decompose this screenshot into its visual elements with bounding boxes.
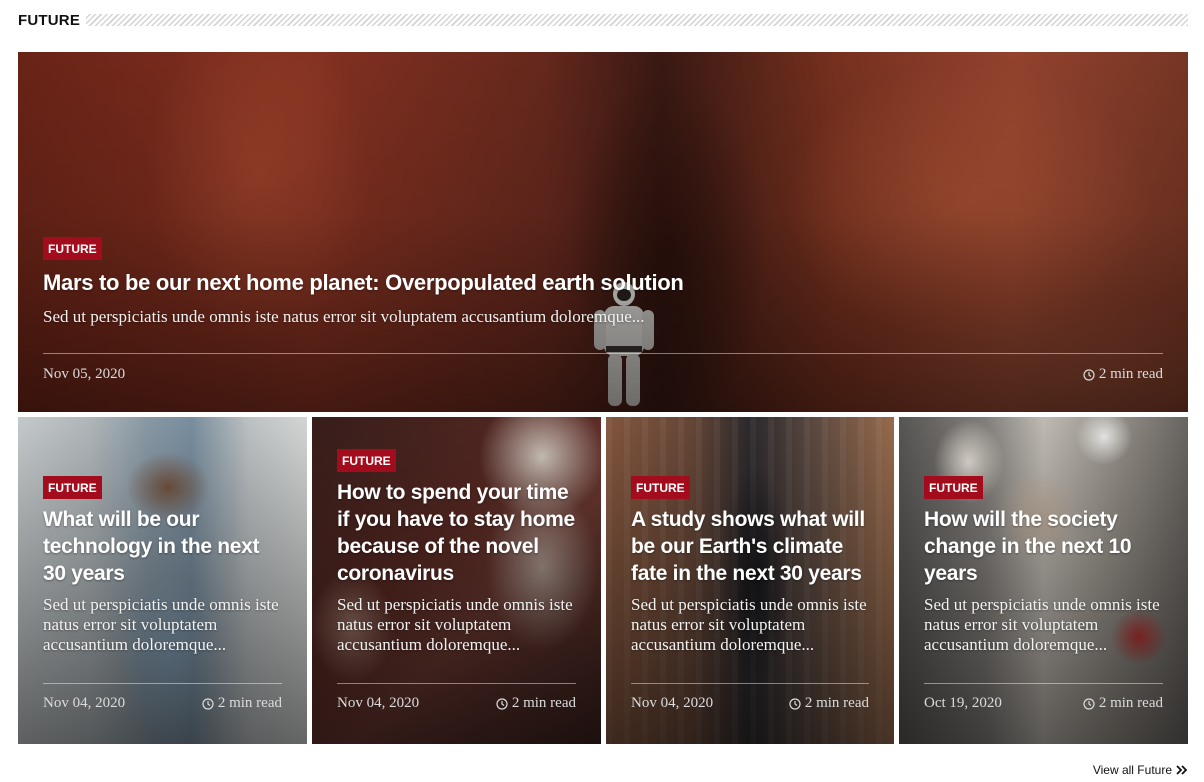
clock-icon bbox=[496, 697, 508, 710]
publish-date: Nov 04, 2020 bbox=[43, 695, 126, 711]
read-time-label: 2 min read bbox=[1098, 695, 1163, 711]
divider bbox=[631, 683, 869, 684]
publish-date: Nov 04, 2020 bbox=[337, 695, 420, 711]
category-badge[interactable]: FUTURE bbox=[631, 476, 690, 499]
read-time: 2 min read bbox=[202, 695, 282, 712]
article-card[interactable]: FUTURE How will the society change in th… bbox=[899, 417, 1188, 744]
publish-date: Nov 05, 2020 bbox=[43, 366, 126, 382]
article-title[interactable]: A study shows what will be our Earth's c… bbox=[631, 506, 869, 587]
article-meta: Oct 19, 2020 2 min read bbox=[924, 695, 1163, 712]
view-all-label: View all Future bbox=[1092, 763, 1172, 777]
article-meta: Nov 04, 2020 2 min read bbox=[631, 695, 869, 712]
read-time: 2 min read bbox=[1083, 366, 1163, 383]
hero-content: FUTURE Mars to be our next home planet: … bbox=[43, 237, 1163, 383]
publish-date: Oct 19, 2020 bbox=[924, 695, 1002, 711]
article-card[interactable]: FUTURE What will be our technology in th… bbox=[18, 417, 307, 744]
read-time-label: 2 min read bbox=[1098, 366, 1163, 382]
view-all-link[interactable]: View all Future bbox=[1093, 763, 1188, 777]
card-content: FUTURE How will the society change in th… bbox=[924, 476, 1163, 655]
article-excerpt: Sed ut perspiciatis unde omnis iste natu… bbox=[631, 595, 867, 654]
read-time: 2 min read bbox=[789, 695, 869, 712]
hero-article-card[interactable]: FUTURE Mars to be our next home planet: … bbox=[18, 52, 1188, 412]
article-card[interactable]: FUTURE How to spend your time if you hav… bbox=[312, 417, 601, 744]
divider bbox=[43, 683, 282, 684]
clock-icon bbox=[789, 697, 801, 710]
publish-date: Nov 04, 2020 bbox=[631, 695, 714, 711]
section-title-stripes bbox=[86, 14, 1188, 26]
section-header: FUTURE bbox=[18, 9, 1188, 31]
article-excerpt: Sed ut perspiciatis unde omnis iste natu… bbox=[924, 595, 1160, 654]
divider bbox=[337, 683, 576, 684]
article-meta: Nov 04, 2020 2 min read bbox=[43, 695, 282, 712]
read-time-label: 2 min read bbox=[217, 695, 282, 711]
article-card[interactable]: FUTURE A study shows what will be our Ea… bbox=[606, 417, 894, 744]
divider bbox=[924, 683, 1163, 684]
hero-excerpt: Sed ut perspiciatis unde omnis iste natu… bbox=[43, 307, 645, 326]
article-excerpt: Sed ut perspiciatis unde omnis iste natu… bbox=[43, 595, 279, 654]
hero-title[interactable]: Mars to be our next home planet: Overpop… bbox=[43, 269, 1163, 297]
category-badge[interactable]: FUTURE bbox=[337, 449, 396, 472]
article-excerpt: Sed ut perspiciatis unde omnis iste natu… bbox=[337, 595, 573, 654]
article-title[interactable]: What will be our technology in the next … bbox=[43, 506, 282, 587]
divider bbox=[43, 353, 1163, 354]
card-content: FUTURE How to spend your time if you hav… bbox=[337, 449, 576, 655]
clock-icon bbox=[1083, 368, 1095, 381]
clock-icon bbox=[202, 697, 214, 710]
card-content: FUTURE What will be our technology in th… bbox=[43, 476, 282, 655]
card-content: FUTURE A study shows what will be our Ea… bbox=[631, 476, 869, 655]
article-meta: Nov 05, 2020 2 min read bbox=[43, 366, 1163, 383]
section-title: FUTURE bbox=[18, 11, 81, 29]
read-time: 2 min read bbox=[1083, 695, 1163, 712]
category-badge[interactable]: FUTURE bbox=[43, 237, 102, 260]
read-time: 2 min read bbox=[496, 695, 576, 712]
category-badge[interactable]: FUTURE bbox=[43, 476, 102, 499]
read-time-label: 2 min read bbox=[511, 695, 576, 711]
article-title[interactable]: How to spend your time if you have to st… bbox=[337, 479, 576, 587]
article-title[interactable]: How will the society change in the next … bbox=[924, 506, 1163, 587]
read-time-label: 2 min read bbox=[804, 695, 869, 711]
article-meta: Nov 04, 2020 2 min read bbox=[337, 695, 576, 712]
clock-icon bbox=[1083, 697, 1095, 710]
double-chevron-right-icon bbox=[1176, 765, 1188, 775]
category-badge[interactable]: FUTURE bbox=[924, 476, 983, 499]
